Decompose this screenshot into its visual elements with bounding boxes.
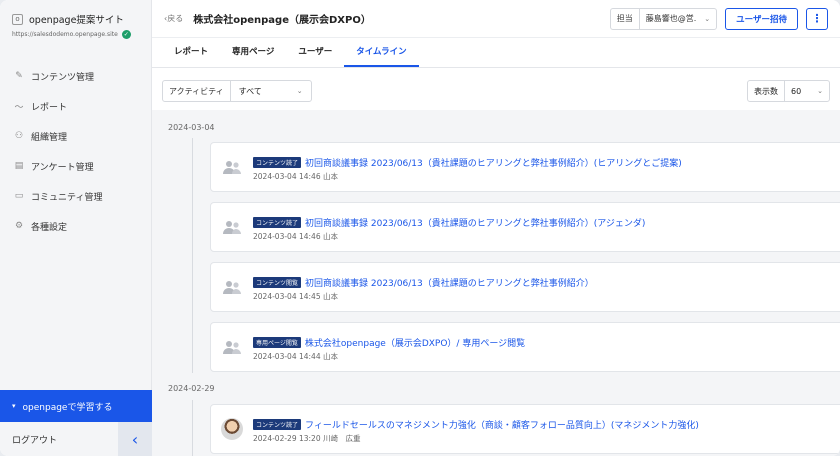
sidebar-nav: ✎ コンテンツ管理 〜 レポート ⚇ 組織管理 ▤ アンケート管理 ▭ コミュニ…: [0, 61, 151, 241]
sidebar-item-organization[interactable]: ⚇ 組織管理: [0, 121, 151, 151]
users-icon: [223, 341, 241, 354]
activity-badge: コンテンツ読了: [253, 419, 302, 430]
app-window: o openpage提案サイト https://salesdodemo.open…: [0, 0, 840, 456]
activity-badge: コンテンツ閲覧: [253, 277, 302, 288]
chart-line-icon: 〜: [14, 102, 24, 113]
tab-dedicated-page[interactable]: 専用ページ: [220, 45, 286, 67]
timeline-entry[interactable]: コンテンツ閲覧 初回商談議事録 2023/06/13（貴社課題のヒアリングと弊社…: [210, 262, 840, 312]
owner-label: 担当: [611, 8, 640, 29]
learn-openpage-button[interactable]: ▾ openpageで学習する: [0, 390, 152, 422]
sidebar-item-label: アンケート管理: [31, 162, 94, 173]
per-page-value-wrap[interactable]: 60 ⌄: [785, 81, 829, 101]
site-name: openpage提案サイト: [29, 15, 124, 26]
survey-icon: ▤: [14, 161, 24, 171]
timeline-feed: 2024-03-04 コンテンツ読了 初回商談議事録 2023/06/13（貴社…: [152, 110, 840, 456]
pencil-icon: ✎: [15, 71, 23, 81]
entry-meta: 2024-03-04 14:44 山本: [253, 352, 338, 361]
people-icon: ⚇: [14, 131, 24, 141]
timeline-entry[interactable]: 専用ページ閲覧 株式会社openpage（展示会DXPO）/ 専用ページ閲覧 2…: [210, 322, 840, 372]
activity-filter-value-wrap[interactable]: すべて ⌄: [231, 81, 311, 101]
sidebar-item-contents[interactable]: ✎ コンテンツ管理: [0, 61, 151, 91]
activity-filter[interactable]: アクティビティ すべて ⌄: [162, 80, 312, 102]
invite-user-button[interactable]: ユーザー招待: [725, 7, 798, 30]
entry-header: コンテンツ読了 フィールドセールスのマネジメント力強化（商談・顧客フォロー品質向…: [253, 418, 699, 431]
activity-badge: コンテンツ読了: [253, 157, 302, 168]
entry-header: コンテンツ閲覧 初回商談議事録 2023/06/13（貴社課題のヒアリングと弊社…: [253, 276, 594, 289]
sidebar-item-label: 組織管理: [31, 132, 68, 143]
verified-check-icon: ✓: [121, 30, 131, 39]
learn-label: openpageで学習する: [22, 402, 113, 413]
tab-bar: レポート 専用ページ ユーザー タイムライン: [152, 38, 840, 68]
main-area: ‹戻る 株式会社openpage（展示会DXPO） 担当 藤島響也@営. ⌄ ユ…: [152, 0, 840, 456]
chevron-down-icon: ⌄: [296, 87, 303, 95]
timeline-rail: [192, 138, 193, 373]
user-avatar: [221, 418, 243, 440]
topbar: ‹戻る 株式会社openpage（展示会DXPO） 担当 藤島響也@営. ⌄ ユ…: [152, 0, 840, 38]
site-url: https://salesdodemo.openpage.site: [12, 31, 118, 38]
filter-bar: アクティビティ すべて ⌄ 表示数 60 ⌄: [162, 80, 830, 102]
users-icon: [223, 281, 241, 294]
entry-title-link[interactable]: 初回商談議事録 2023/06/13（貴社課題のヒアリングと弊社事例紹介）(ヒア…: [305, 156, 682, 169]
sidebar-item-report[interactable]: 〜 レポート: [0, 91, 151, 121]
entry-title-link[interactable]: 株式会社openpage（展示会DXPO）/ 専用ページ閲覧: [305, 336, 525, 349]
entry-meta: 2024-03-04 14:46 山本: [253, 172, 338, 181]
sidebar-footer: ログアウト ‹: [0, 422, 152, 456]
site-logo-icon: o: [12, 13, 23, 25]
owner-select[interactable]: 担当 藤島響也@営. ⌄: [609, 7, 718, 30]
timeline-entry[interactable]: コンテンツ読了 初回商談議事録 2023/06/13（貴社課題のヒアリングと弊社…: [210, 142, 840, 192]
entry-title-link[interactable]: 初回商談議事録 2023/06/13（貴社課題のヒアリングと弊社事例紹介）(アジ…: [305, 216, 645, 229]
activity-filter-value: すべて: [238, 86, 262, 96]
owner-value: 藤島響也@営.: [645, 14, 697, 23]
timeline-entry[interactable]: コンテンツ読了 初回商談議事録 2023/06/13（貴社課題のヒアリングと弊社…: [210, 202, 840, 252]
activity-badge: コンテンツ読了: [253, 217, 302, 228]
entry-title-link[interactable]: 初回商談議事録 2023/06/13（貴社課題のヒアリングと弊社事例紹介）: [305, 276, 594, 289]
collapse-sidebar-icon[interactable]: ‹: [118, 422, 152, 456]
timeline-date: 2024-02-29: [168, 384, 215, 393]
sidebar-item-settings[interactable]: ⚙ 各種設定: [0, 211, 151, 241]
users-icon: [223, 221, 241, 234]
sidebar-item-label: コンテンツ管理: [31, 72, 95, 83]
entry-header: コンテンツ読了 初回商談議事録 2023/06/13（貴社課題のヒアリングと弊社…: [253, 156, 682, 169]
timeline-date: 2024-03-04: [168, 123, 215, 132]
sidebar-item-label: コミュニティ管理: [31, 192, 103, 203]
sidebar-item-label: レポート: [31, 102, 68, 113]
entry-meta: 2024-03-04 14:46 山本: [253, 232, 338, 241]
per-page-label: 表示数: [748, 81, 785, 101]
logout-button[interactable]: ログアウト: [0, 433, 118, 446]
site-header[interactable]: o openpage提案サイト https://salesdodemo.open…: [0, 0, 151, 47]
per-page-select[interactable]: 表示数 60 ⌄: [747, 80, 830, 102]
caret-down-icon: ▾: [12, 402, 16, 410]
entry-meta: 2024-03-04 14:45 山本: [253, 292, 338, 301]
chat-icon: ▭: [14, 191, 24, 201]
users-icon: [223, 161, 241, 174]
entry-meta: 2024-02-29 13:20 川崎 広重: [253, 434, 361, 443]
tab-report[interactable]: レポート: [162, 45, 220, 67]
tab-timeline[interactable]: タイムライン: [344, 45, 419, 67]
per-page-value: 60: [791, 86, 802, 96]
page-title: 株式会社openpage（展示会DXPO）: [193, 15, 371, 26]
entry-header: 専用ページ閲覧 株式会社openpage（展示会DXPO）/ 専用ページ閲覧: [253, 336, 525, 349]
timeline-entry[interactable]: コンテンツ読了 フィールドセールスのマネジメント力強化（商談・顧客フォロー品質向…: [210, 404, 840, 454]
sidebar-item-survey[interactable]: ▤ アンケート管理: [0, 151, 151, 181]
sidebar-item-label: 各種設定: [31, 222, 68, 233]
timeline-rail: [192, 400, 193, 456]
entry-title-link[interactable]: フィールドセールスのマネジメント力強化（商談・顧客フォロー品質向上）(マネジメン…: [305, 418, 699, 431]
gear-icon: ⚙: [14, 221, 24, 231]
back-link[interactable]: ‹戻る: [164, 13, 183, 24]
tab-users[interactable]: ユーザー: [286, 45, 344, 67]
sidebar: o openpage提案サイト https://salesdodemo.open…: [0, 0, 152, 456]
chevron-down-icon: ⌄: [817, 87, 823, 95]
owner-value-wrap: 藤島響也@営. ⌄: [640, 9, 716, 29]
more-options-icon[interactable]: ⋮: [806, 7, 828, 30]
chevron-down-icon: ⌄: [704, 14, 711, 23]
activity-filter-label: アクティビティ: [163, 81, 231, 101]
activity-badge: 専用ページ閲覧: [253, 337, 301, 348]
entry-header: コンテンツ読了 初回商談議事録 2023/06/13（貴社課題のヒアリングと弊社…: [253, 216, 645, 229]
sidebar-item-community[interactable]: ▭ コミュニティ管理: [0, 181, 151, 211]
